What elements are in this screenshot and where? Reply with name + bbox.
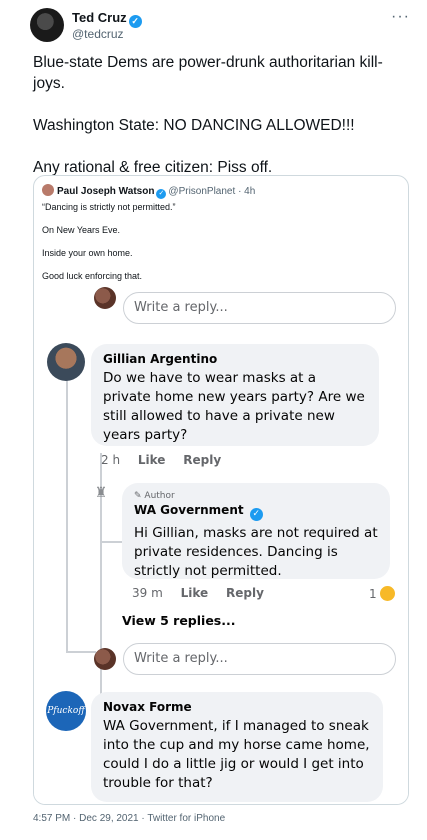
replier-name: WA Government [134, 503, 244, 517]
reply-button: Reply [183, 453, 222, 467]
reply-avatar [94, 287, 116, 309]
quoted-header: Paul Joseph Watson ✓ @PrisonPlanet · 4h [42, 184, 255, 199]
pencil-icon: ✎ [134, 491, 142, 501]
thread-line [66, 353, 68, 653]
novax-logo: Pfuckoff [46, 691, 86, 731]
author-name[interactable]: Ted Cruz [72, 10, 127, 25]
author-tag: ✎ Author [134, 491, 378, 501]
tweet-line: Blue-state Dems are power-drunk authorit… [33, 54, 383, 92]
quoted-author-name: Paul Joseph Watson [57, 186, 155, 197]
reply-actions: 39 m Like Reply [132, 586, 278, 600]
quoted-author-handle: @PrisonPlanet [168, 186, 236, 197]
comment-actions: 2 h Like Reply [101, 453, 235, 467]
quoted-line: On New Years Eve. [42, 225, 121, 235]
facebook-comments-image: Write a reply... Gillian Argentino Do we… [34, 287, 408, 804]
reaction-count: 1 [369, 586, 395, 601]
quoted-age: · 4h [238, 186, 256, 197]
reply-time: 39 m [132, 586, 163, 600]
comment-time: 2 h [101, 453, 121, 467]
author-name-row[interactable]: Ted Cruz ✓ [72, 10, 142, 28]
quoted-line: “Dancing is strictly not permitted.” [42, 202, 176, 212]
avatar[interactable] [30, 8, 64, 42]
thread-line [66, 651, 96, 653]
reply-input[interactable]: Write a reply... [123, 643, 396, 675]
quoted-line: Good luck enforcing that. [42, 271, 143, 281]
like-button: Like [137, 453, 166, 467]
quoted-line: Inside your own home. [42, 248, 133, 258]
comment-bubble: Novax Forme WA Government, if I managed … [91, 692, 383, 802]
verified-badge-icon: ✓ [249, 508, 263, 521]
tweet-timestamp[interactable]: 4:57 PM · Dec 29, 2021 · Twitter for iPh… [33, 813, 225, 824]
quoted-avatar [42, 184, 54, 196]
view-replies-link: View 5 replies... [122, 613, 236, 628]
laughing-emoji-icon [379, 586, 395, 601]
commenter-name: Gillian Argentino [103, 352, 218, 366]
wa-crest-icon: ♜ [94, 484, 108, 500]
reply-avatar [94, 648, 116, 670]
comment-text: Do we have to wear masks at a private ho… [103, 370, 365, 443]
reaction-number: 1 [369, 587, 377, 601]
quoted-tweet[interactable]: Paul Joseph Watson ✓ @PrisonPlanet · 4h “D… [33, 175, 409, 805]
thread-line [100, 541, 122, 543]
author-label: Author [144, 491, 175, 501]
quoted-text: “Dancing is strictly not permitted.” On … [42, 201, 176, 293]
tweet-line: Washington State: NO DANCING ALLOWED!!! [33, 117, 355, 134]
reply-input[interactable]: Write a reply... [123, 292, 396, 324]
like-button: Like [180, 586, 209, 600]
commenter-avatar [47, 343, 85, 381]
comment-text: WA Government, if I managed to sneak int… [103, 718, 370, 791]
reply-text: Hi Gillian, masks are not required at pr… [134, 525, 378, 579]
tweet-header: Ted Cruz ✓ @tedcruz ··· [30, 8, 420, 48]
more-dots-icon[interactable]: ··· [391, 8, 410, 26]
commenter-name: Novax Forme [103, 700, 192, 714]
reply-button: Reply [226, 586, 264, 600]
replier-name-row: WA Government ✓ [134, 503, 378, 521]
verified-badge-icon: ✓ [128, 15, 142, 28]
author-handle[interactable]: @tedcruz [72, 27, 124, 41]
comment-bubble: Gillian Argentino Do we have to wear mas… [91, 344, 379, 446]
verified-badge-icon: ✓ [156, 189, 167, 199]
reply-bubble: ✎ Author WA Government ✓ Hi Gillian, mas… [122, 483, 390, 579]
